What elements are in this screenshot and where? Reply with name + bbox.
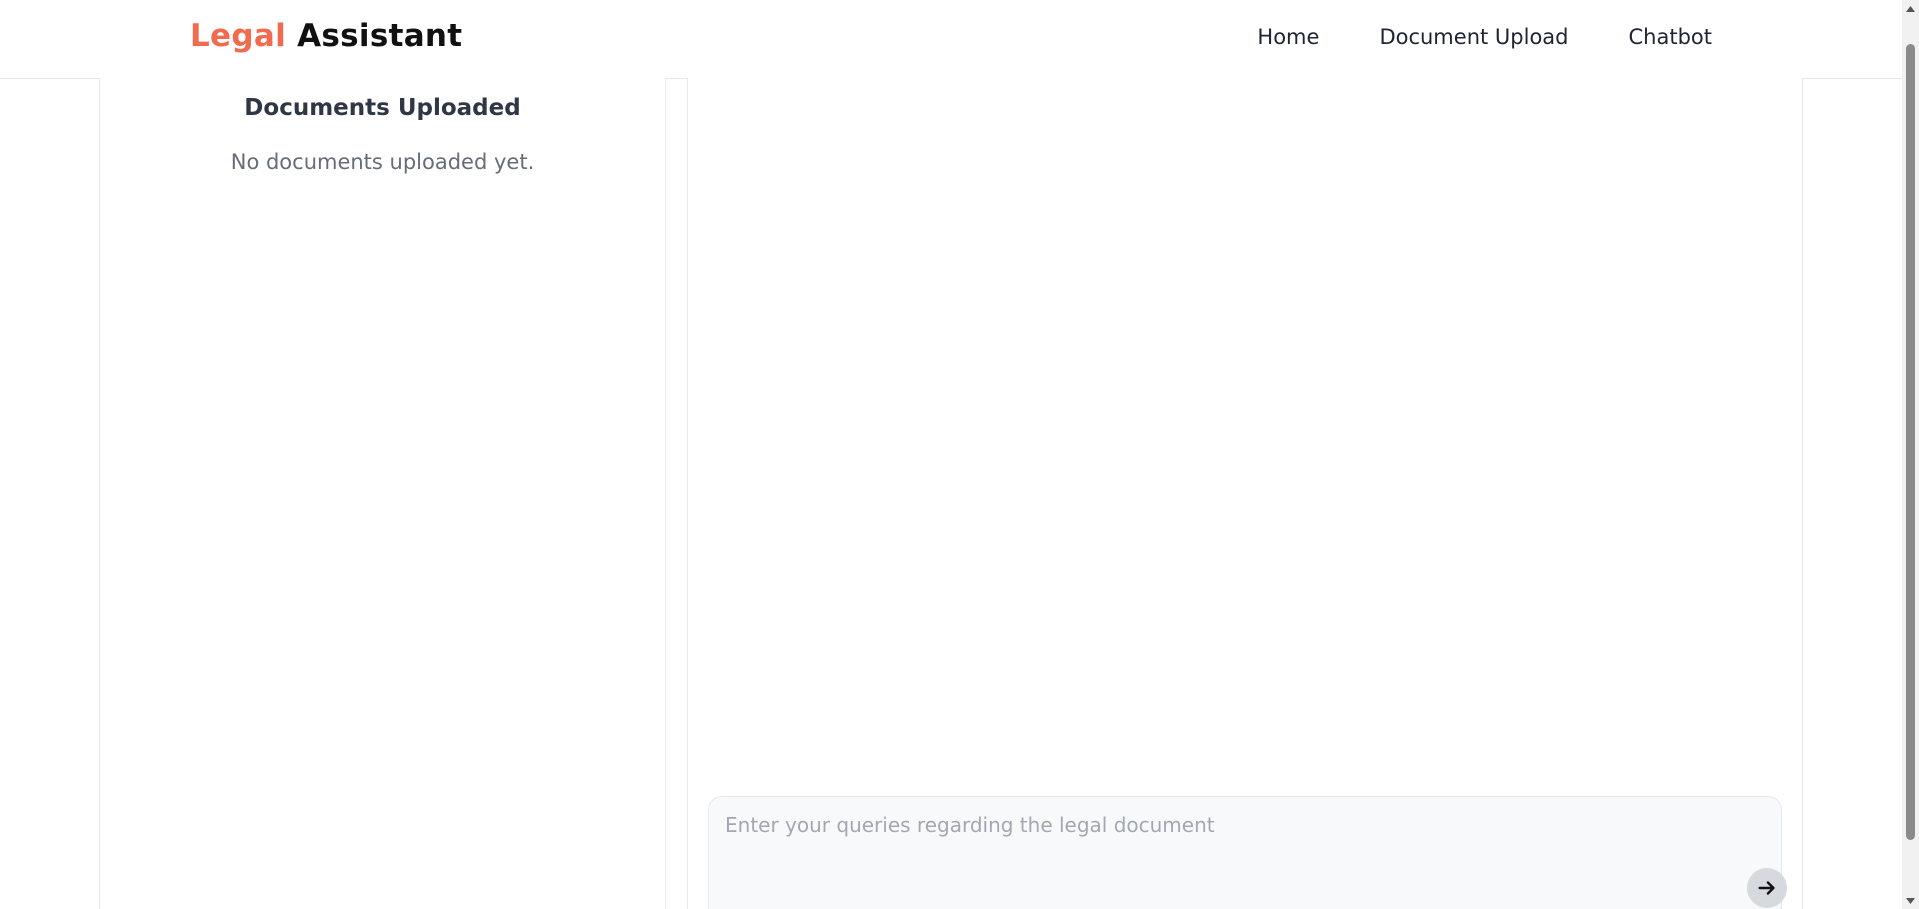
send-button[interactable] [1747,868,1787,908]
main-nav: Home Document Upload Chatbot [1257,25,1712,49]
page: Legal Assistant Home Document Upload Cha… [0,0,1919,909]
nav-link-home[interactable]: Home [1257,25,1319,49]
chat-messages-area [688,78,1802,793]
logo-accent-text: Legal [190,18,287,54]
chat-panel [687,78,1803,909]
nav-link-document-upload[interactable]: Document Upload [1379,25,1568,49]
scroll-up-arrow-icon[interactable] [1902,0,1919,17]
page-scrollbar[interactable] [1902,0,1919,909]
scroll-down-arrow-icon[interactable] [1902,892,1919,909]
nav-link-chatbot[interactable]: Chatbot [1629,25,1713,49]
arrow-right-icon [1758,881,1775,895]
documents-panel-title: Documents Uploaded [244,95,521,121]
documents-empty-message: No documents uploaded yet. [230,150,535,174]
documents-panel: Documents Uploaded No documents uploaded… [99,78,666,909]
top-nav-bar: Legal Assistant Home Document Upload Cha… [0,0,1902,79]
app-logo[interactable]: Legal Assistant [190,18,462,54]
scrollbar-thumb[interactable] [1906,44,1915,840]
chat-input-container [708,796,1787,909]
chat-query-input[interactable] [723,811,1767,875]
logo-rest-text: Assistant [297,18,463,54]
